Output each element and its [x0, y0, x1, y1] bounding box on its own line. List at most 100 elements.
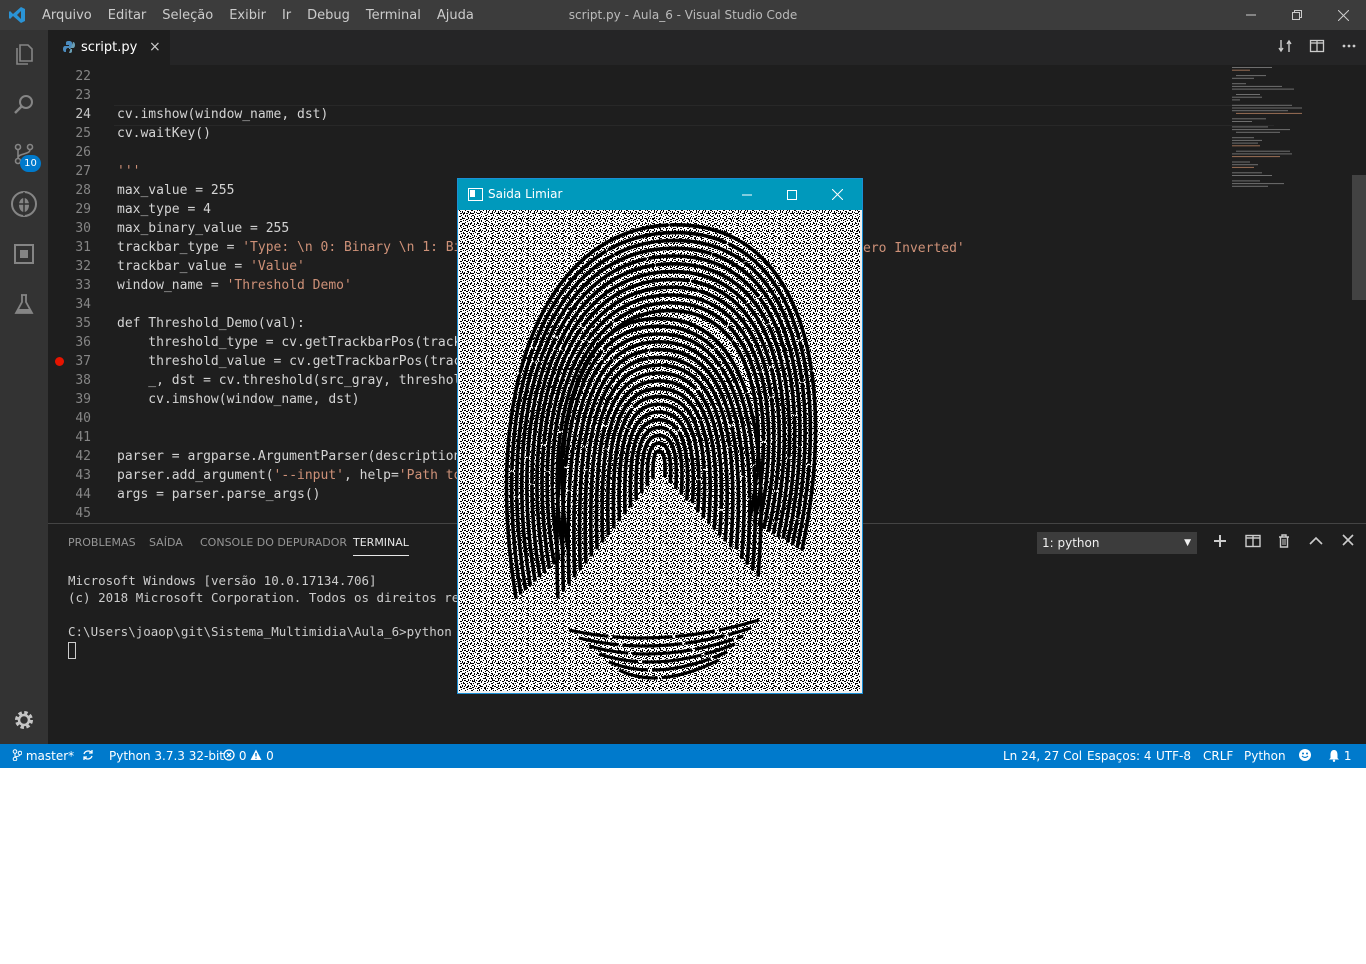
menu-item-4[interactable]: Ir: [274, 8, 299, 23]
breakpoint-icon[interactable]: [55, 357, 64, 366]
line-ending[interactable]: CRLF: [1203, 744, 1233, 768]
sync-button[interactable]: [82, 744, 94, 768]
debug-button[interactable]: [0, 180, 48, 228]
minimap-line: [1232, 83, 1246, 85]
tab-terminal[interactable]: TERMINAL: [353, 536, 409, 556]
more-actions-button[interactable]: [1341, 38, 1357, 58]
kill-terminal-button[interactable]: [1278, 534, 1290, 552]
chevron-down-icon: ▼: [1184, 538, 1191, 548]
minimap-line: [1232, 85, 1282, 87]
code-text: threshold_value = cv.getTrackbarPos(trac: [117, 354, 462, 369]
minimap-line: [1232, 142, 1258, 144]
code-text: max_value = 255: [117, 183, 235, 198]
line-number: 33: [75, 278, 91, 293]
files-icon: [16, 44, 33, 65]
problems-status[interactable]: 0 0: [223, 744, 274, 768]
flask-icon: [14, 294, 34, 314]
branch-status[interactable]: master*: [12, 744, 74, 768]
code-text: cv.imshow(window_name, dst): [117, 107, 329, 122]
minimap[interactable]: [1232, 65, 1352, 195]
minimap-line: [1232, 166, 1254, 168]
tab-debug-console[interactable]: CONSOLE DO DEPURADOR: [200, 536, 347, 549]
python-interpreter[interactable]: Python 3.7.3 32-bit: [109, 744, 224, 768]
code-text: cv.imshow(window_name, dst): [117, 392, 360, 407]
minimap-line: [1236, 112, 1302, 114]
code-text: cv.waitKey(): [117, 126, 211, 141]
notifications-button[interactable]: 1: [1328, 744, 1351, 768]
indentation[interactable]: Espaços: 4: [1087, 744, 1152, 768]
minimap-line: [1232, 67, 1272, 68]
open-changes-button[interactable]: [1277, 38, 1293, 58]
minimap-line: [1232, 172, 1262, 174]
menu-item-6[interactable]: Terminal: [358, 8, 429, 23]
ellipsis-icon: [1342, 44, 1356, 48]
status-bar: master* Python 3.7.3 32-bit 0 0 Ln 24, 2…: [0, 744, 1366, 768]
explorer-button[interactable]: [0, 30, 48, 78]
tab-problems[interactable]: PROBLEMAS: [68, 536, 136, 549]
minimap-line: [1232, 161, 1250, 163]
encoding[interactable]: UTF-8: [1156, 744, 1191, 768]
menu-item-3[interactable]: Exibir: [221, 8, 274, 23]
close-icon: [1337, 9, 1349, 21]
language-mode[interactable]: Python: [1244, 744, 1286, 768]
close-window-button[interactable]: [1320, 0, 1366, 30]
menu-item-2[interactable]: Seleção: [154, 8, 221, 23]
tab-output[interactable]: SAÍDA: [149, 536, 183, 549]
close-panel-button[interactable]: [1342, 534, 1354, 550]
menu-item-1[interactable]: Editar: [100, 8, 155, 23]
window-app-icon: [468, 188, 483, 201]
tab-close-button[interactable]: ×: [149, 39, 161, 55]
maximize-icon: [787, 189, 797, 200]
line-number: 32: [75, 259, 91, 274]
code-text: parser.add_argument('--input', help='Pat…: [117, 468, 462, 483]
line-number: 29: [75, 202, 91, 217]
editor-scrollbar-thumb[interactable]: [1352, 175, 1366, 300]
opencv-title-bar[interactable]: Saida Limiar: [458, 179, 862, 210]
new-terminal-button[interactable]: [1213, 534, 1227, 552]
code-text: _, dst = cv.threshold(src_gray, threshol: [117, 373, 462, 388]
cursor-position[interactable]: Ln 24, 27 Col: [1003, 744, 1082, 768]
code-line-31-tail: ero Inverted': [863, 241, 965, 256]
line-number: 25: [75, 126, 91, 141]
opencv-window[interactable]: Saida Limiar: [457, 178, 863, 694]
opencv-minimize-button[interactable]: [724, 179, 770, 210]
restore-button[interactable]: [1274, 0, 1320, 30]
line-number: 30: [75, 221, 91, 236]
line-number: 45: [75, 506, 91, 521]
line-number: 24: [75, 107, 91, 122]
minimap-line: [1232, 110, 1288, 112]
settings-button[interactable]: [0, 696, 48, 744]
terminal-output[interactable]: Microsoft Windows [versão 10.0.17134.706…: [68, 572, 482, 640]
line-number: 27: [75, 164, 91, 179]
search-button[interactable]: [0, 80, 48, 128]
tab-script-py[interactable]: script.py ×: [48, 30, 170, 65]
compare-icon: [1278, 39, 1292, 53]
maximize-panel-button[interactable]: [1309, 534, 1323, 552]
line-number: 44: [75, 487, 91, 502]
minimize-button[interactable]: [1228, 0, 1274, 30]
feedback-button[interactable]: [1298, 744, 1312, 768]
opencv-maximize-button[interactable]: [769, 179, 815, 210]
minimap-line: [1232, 175, 1272, 176]
terminal-select[interactable]: 1: python ▼: [1037, 532, 1197, 554]
line-number: 34: [75, 297, 91, 312]
code-text: max_type = 4: [117, 202, 211, 217]
split-editor-button[interactable]: [1309, 38, 1325, 58]
split-terminal-button[interactable]: [1245, 534, 1261, 552]
opencv-close-button[interactable]: [814, 179, 860, 210]
menu-item-7[interactable]: Ajuda: [429, 8, 482, 23]
menu-item-5[interactable]: Debug: [299, 8, 358, 23]
code-text: threshold_type = cv.getTrackbarPos(track: [117, 335, 462, 350]
code-text: trackbar_type = 'Type: \n 0: Binary \n 1…: [117, 240, 462, 255]
minimap-line: [1232, 137, 1254, 139]
restore-icon: [1292, 10, 1302, 20]
code-text: max_binary_value = 255: [117, 221, 290, 236]
line-number: 31: [75, 240, 91, 255]
test-button[interactable]: [0, 280, 48, 328]
menu-item-0[interactable]: Arquivo: [34, 8, 100, 23]
line-number: 41: [75, 430, 91, 445]
minimize-icon: [742, 194, 752, 195]
branch-icon: [12, 749, 23, 762]
extensions-button[interactable]: [0, 230, 48, 278]
vscode-logo-icon: [9, 7, 25, 23]
